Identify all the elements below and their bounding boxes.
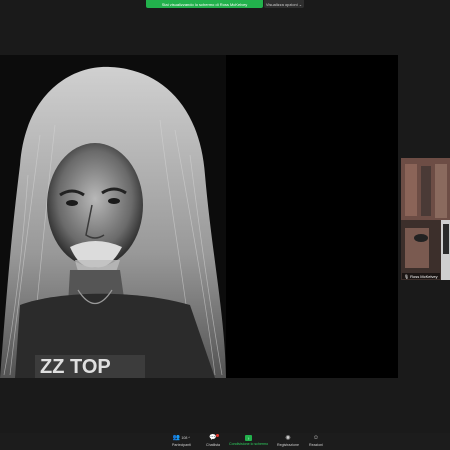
reactions-label: Reazioni (309, 443, 323, 447)
share-screen-label: Condivisione lo schermo (229, 442, 269, 446)
shared-screen: ZZ TOP (0, 55, 398, 378)
participants-button[interactable]: 👥 108 ^ Partecipanti (172, 435, 191, 447)
participant-name-tag: 🎙 Ross McKelvey (402, 273, 440, 279)
screen-share-banner[interactable]: Stai visualizzando lo schermo di Ross Mc… (146, 0, 263, 8)
participants-label: Partecipanti (172, 443, 191, 447)
record-label: Registrazione (277, 443, 299, 447)
participants-count: 108 (181, 436, 188, 440)
shared-photo: ZZ TOP (0, 55, 226, 378)
notification-badge (215, 434, 219, 437)
portrait-image: ZZ TOP (0, 55, 226, 378)
chat-button[interactable]: 💬 Chatlista (206, 434, 220, 447)
view-options-button[interactable]: Visualizza opzioni ⌄ (264, 0, 304, 8)
record-icon: ◉ (285, 435, 291, 441)
participant-name: Ross McKelvey (410, 273, 438, 279)
view-options-label: Visualizza opzioni ⌄ (265, 1, 303, 7)
share-status-text: Stai visualizzando lo schermo di Ross Mc… (161, 1, 248, 7)
mic-icon: 🎙 (404, 273, 410, 279)
share-screen-icon: ↑ (245, 435, 253, 441)
chevron-up-icon[interactable]: ^ (188, 435, 190, 442)
participant-video-tile[interactable]: 🎙 Ross McKelvey (401, 158, 450, 280)
participant-video (401, 158, 450, 280)
record-button[interactable]: ◉ Registrazione (277, 435, 299, 447)
shirt-logo-text: ZZ TOP (40, 356, 111, 378)
reactions-button[interactable]: ☺ Reazioni (309, 435, 323, 447)
participants-icon: 👥 (172, 435, 181, 441)
chat-label: Chatlista (206, 443, 220, 447)
meeting-toolbar: 👥 108 ^ Partecipanti 💬 Chatlista ↑ Condi… (0, 433, 450, 450)
reactions-icon: ☺ (312, 435, 320, 441)
share-screen-button[interactable]: ↑ Condivisione lo schermo (229, 435, 268, 446)
